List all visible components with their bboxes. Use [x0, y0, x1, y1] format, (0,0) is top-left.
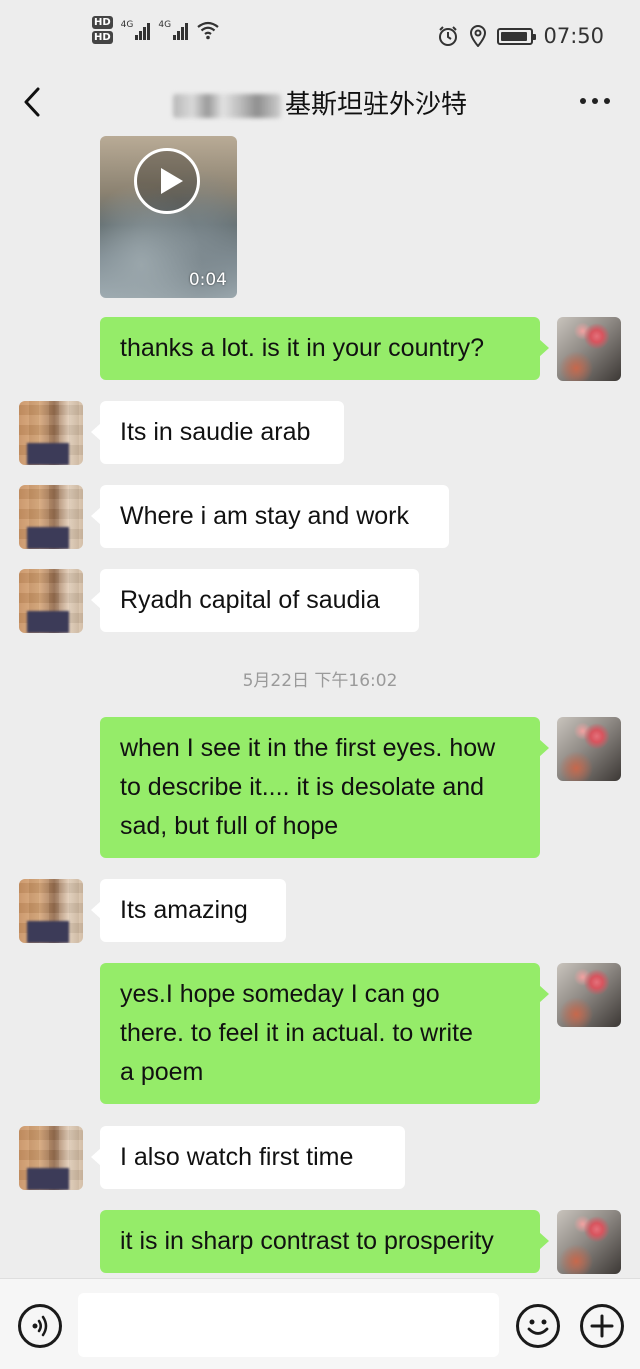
message-bubble-outgoing[interactable]: when I see it in the first eyes. how to …: [100, 717, 549, 858]
location-icon: [470, 25, 487, 47]
message-bubble-incoming[interactable]: Its in saudie arab: [91, 401, 344, 464]
status-bar: HD HD 4G 4G 07:50: [0, 0, 640, 70]
message-list[interactable]: 0:04 thanks a lot. is it in your country…: [0, 136, 640, 1276]
message-text-line: a poem: [120, 1058, 204, 1086]
contact-avatar[interactable]: [19, 569, 83, 633]
contact-avatar[interactable]: [19, 1126, 83, 1190]
message-text-line: yes.I hope someday I can go: [120, 980, 440, 1008]
message-bubble-incoming[interactable]: I also watch first time: [91, 1126, 405, 1189]
my-avatar[interactable]: [557, 963, 621, 1027]
network-type-2: 4G: [158, 20, 172, 30]
message-bubble-outgoing[interactable]: thanks a lot. is it in your country?: [100, 317, 549, 380]
voice-icon: [32, 1315, 48, 1337]
alarm-icon: [439, 26, 458, 46]
my-avatar[interactable]: [557, 1210, 621, 1274]
emoji-button[interactable]: [516, 1304, 560, 1348]
message-text-line: when I see it in the first eyes. how: [120, 734, 496, 762]
message-text: it is in sharp contrast to prosperity: [120, 1227, 494, 1255]
message-timestamp: 5月22日 下午16:02: [242, 671, 398, 691]
message-bubble-incoming[interactable]: Ryadh capital of saudia: [91, 569, 419, 632]
status-bar-right: 07:50: [437, 24, 604, 48]
hd-badge-2: HD: [92, 31, 113, 44]
network-type-1: 4G: [120, 20, 134, 30]
message-bubble-outgoing[interactable]: it is in sharp contrast to prosperity: [100, 1210, 549, 1273]
message-text: thanks a lot. is it in your country?: [120, 334, 485, 362]
message-bubble-incoming[interactable]: Where i am stay and work: [91, 485, 449, 548]
smiley-icon: [527, 1319, 549, 1335]
chat-title-container: 基斯坦驻外沙特: [0, 84, 640, 121]
dot-icon: [580, 98, 586, 104]
contact-avatar[interactable]: [19, 879, 83, 943]
video-message[interactable]: 0:04: [100, 136, 237, 298]
more-actions-button[interactable]: [580, 1304, 624, 1348]
blurred-title-part: [172, 93, 281, 118]
plus-icon: [590, 1314, 614, 1338]
my-avatar[interactable]: [557, 317, 621, 381]
chat-title: 基斯坦驻外沙特: [284, 90, 467, 120]
my-avatar[interactable]: [557, 717, 621, 781]
battery-icon: [497, 27, 537, 45]
message-text: Ryadh capital of saudia: [120, 586, 380, 614]
voice-input-button[interactable]: [18, 1304, 62, 1348]
message-text: Its amazing: [120, 896, 248, 924]
hd-indicators: HD HD: [92, 16, 113, 44]
message-input[interactable]: [78, 1293, 499, 1357]
wifi-icon: [197, 21, 219, 40]
dot-icon: [604, 98, 610, 104]
video-duration: 0:04: [188, 270, 227, 290]
chat-header: 基斯坦驻外沙特: [0, 70, 640, 136]
status-bar-left: HD HD 4G 4G: [92, 16, 220, 44]
message-text-line: there. to feel it in actual. to write: [120, 1019, 473, 1047]
signal-1-icon: 4G: [121, 20, 151, 40]
message-bubble-outgoing[interactable]: yes.I hope someday I can go there. to fe…: [100, 963, 549, 1104]
message-text: Where i am stay and work: [120, 502, 409, 530]
play-icon[interactable]: [134, 148, 200, 214]
contact-avatar[interactable]: [19, 485, 83, 549]
more-options-button[interactable]: [580, 98, 610, 104]
message-bubble-incoming[interactable]: Its amazing: [91, 879, 286, 942]
message-text-line: to describe it.... it is desolate and: [120, 773, 485, 801]
message-text: I also watch first time: [120, 1143, 354, 1171]
dot-icon: [592, 98, 598, 104]
hd-badge-1: HD: [92, 16, 113, 29]
message-text-line: sad, but full of hope: [120, 812, 339, 840]
chat-input-bar: [0, 1278, 640, 1369]
signal-2-icon: 4G: [158, 20, 189, 40]
message-text: Its in saudie arab: [120, 418, 311, 446]
clock-time: 07:50: [543, 24, 604, 48]
contact-avatar[interactable]: [19, 401, 83, 465]
